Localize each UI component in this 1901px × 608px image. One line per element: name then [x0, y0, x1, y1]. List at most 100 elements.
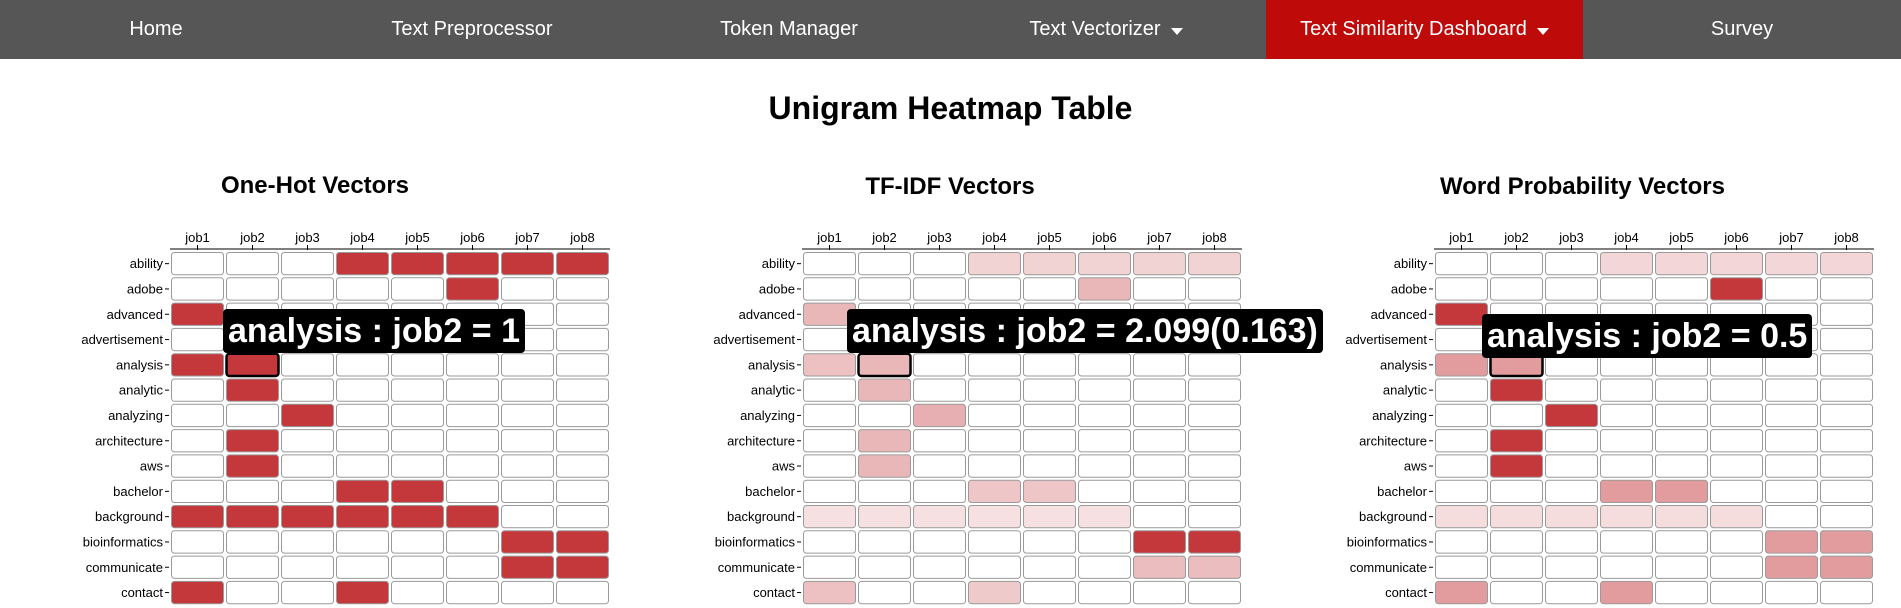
heatmap-cell[interactable]	[1710, 479, 1763, 503]
heatmap-cell[interactable]	[501, 580, 554, 605]
heatmap-cell[interactable]	[858, 378, 911, 402]
heatmap-cell[interactable]	[1820, 403, 1873, 428]
heatmap-cell[interactable]	[1600, 378, 1653, 402]
heatmap-cell[interactable]	[281, 454, 334, 478]
heatmap-cell[interactable]	[1765, 429, 1818, 453]
heatmap-cell[interactable]	[1765, 454, 1818, 478]
heatmap-cell[interactable]	[1545, 378, 1598, 402]
heatmap-cell[interactable]	[1820, 555, 1873, 579]
heatmap-cell[interactable]	[913, 378, 966, 402]
heatmap-cell[interactable]	[1545, 580, 1598, 605]
heatmap-cell[interactable]	[556, 454, 609, 478]
heatmap-cell[interactable]	[281, 555, 334, 579]
heatmap-cell[interactable]	[446, 479, 499, 503]
heatmap-cell[interactable]	[1188, 505, 1241, 529]
heatmap-cell[interactable]	[858, 530, 911, 554]
heatmap-cell[interactable]	[1133, 580, 1186, 605]
heatmap-cell[interactable]	[391, 353, 444, 377]
heatmap-cell[interactable]	[858, 505, 911, 529]
heatmap-cell[interactable]	[1765, 378, 1818, 402]
heatmap-cell[interactable]	[391, 378, 444, 402]
heatmap-cell[interactable]	[281, 353, 334, 377]
heatmap-cell[interactable]	[1078, 277, 1131, 301]
heatmap-cell[interactable]	[171, 353, 224, 377]
heatmap-cell[interactable]	[858, 580, 911, 605]
heatmap-cell[interactable]	[1600, 555, 1653, 579]
heatmap-cell[interactable]	[1435, 378, 1488, 402]
heatmap-cell[interactable]	[1078, 429, 1131, 453]
heatmap-cell[interactable]	[281, 252, 334, 276]
heatmap-cell[interactable]	[501, 454, 554, 478]
heatmap-cell[interactable]	[1490, 505, 1543, 529]
heatmap-cell[interactable]	[446, 277, 499, 301]
heatmap-cell[interactable]	[556, 530, 609, 554]
heatmap-cell[interactable]	[858, 429, 911, 453]
heatmap-cell[interactable]	[1765, 277, 1818, 301]
heatmap-cell[interactable]	[968, 403, 1021, 428]
heatmap-cell[interactable]	[1435, 479, 1488, 503]
heatmap-cell[interactable]	[1820, 429, 1873, 453]
heatmap-cell[interactable]	[226, 479, 279, 503]
heatmap-cell[interactable]	[1710, 403, 1763, 428]
heatmap-cell[interactable]	[1188, 277, 1241, 301]
heatmap-cell[interactable]	[281, 378, 334, 402]
heatmap-cell[interactable]	[1765, 530, 1818, 554]
heatmap-cell[interactable]	[446, 429, 499, 453]
heatmap-cell[interactable]	[501, 530, 554, 554]
heatmap-cell[interactable]	[336, 454, 389, 478]
heatmap-cell[interactable]	[1765, 252, 1818, 276]
heatmap-cell[interactable]	[336, 555, 389, 579]
heatmap-cell[interactable]	[803, 252, 856, 276]
heatmap-cell[interactable]	[1023, 454, 1076, 478]
heatmap-cell[interactable]	[1078, 530, 1131, 554]
heatmap-cell[interactable]	[1023, 403, 1076, 428]
heatmap-cell[interactable]	[1655, 252, 1708, 276]
heatmap-cell[interactable]	[1078, 353, 1131, 377]
heatmap-cell[interactable]	[1655, 454, 1708, 478]
heatmap-cell[interactable]	[226, 277, 279, 301]
heatmap-cell[interactable]	[1490, 378, 1543, 402]
heatmap-cell[interactable]	[226, 505, 279, 529]
heatmap-cell[interactable]	[1765, 403, 1818, 428]
heatmap-cell[interactable]	[803, 353, 856, 377]
heatmap-cell[interactable]	[281, 505, 334, 529]
heatmap-cell[interactable]	[1133, 454, 1186, 478]
heatmap-cell[interactable]	[171, 252, 224, 276]
heatmap-cell[interactable]	[1545, 479, 1598, 503]
heatmap-cell[interactable]	[1710, 555, 1763, 579]
heatmap-cell[interactable]	[803, 429, 856, 453]
heatmap-cell[interactable]	[858, 479, 911, 503]
heatmap-cell[interactable]	[1710, 580, 1763, 605]
heatmap-cell[interactable]	[1023, 505, 1076, 529]
heatmap-cell[interactable]	[446, 403, 499, 428]
heatmap-cell[interactable]	[913, 277, 966, 301]
heatmap-cell[interactable]	[1490, 403, 1543, 428]
heatmap-cell[interactable]	[857, 352, 912, 378]
heatmap-cell[interactable]	[803, 505, 856, 529]
heatmap-cell[interactable]	[1133, 277, 1186, 301]
heatmap-cell[interactable]	[226, 252, 279, 276]
heatmap-cell[interactable]	[336, 429, 389, 453]
heatmap-cell[interactable]	[336, 378, 389, 402]
heatmap-cell[interactable]	[1545, 429, 1598, 453]
heatmap-cell[interactable]	[1820, 454, 1873, 478]
heatmap-cell[interactable]	[913, 454, 966, 478]
heatmap-cell[interactable]	[1078, 454, 1131, 478]
heatmap-cell[interactable]	[803, 580, 856, 605]
heatmap-cell[interactable]	[501, 353, 554, 377]
heatmap-cell[interactable]	[446, 580, 499, 605]
heatmap-cell[interactable]	[336, 505, 389, 529]
heatmap-cell[interactable]	[446, 252, 499, 276]
heatmap-cell[interactable]	[913, 403, 966, 428]
heatmap-cell[interactable]	[1133, 429, 1186, 453]
heatmap-cell[interactable]	[1820, 530, 1873, 554]
heatmap-cell[interactable]	[1655, 479, 1708, 503]
heatmap-cell[interactable]	[1078, 479, 1131, 503]
heatmap-cell[interactable]	[1545, 555, 1598, 579]
heatmap-cell[interactable]	[226, 580, 279, 605]
heatmap-cell[interactable]	[1600, 277, 1653, 301]
heatmap-cell[interactable]	[968, 530, 1021, 554]
heatmap-cell[interactable]	[446, 378, 499, 402]
heatmap-cell[interactable]	[336, 353, 389, 377]
heatmap-cell[interactable]	[556, 252, 609, 276]
